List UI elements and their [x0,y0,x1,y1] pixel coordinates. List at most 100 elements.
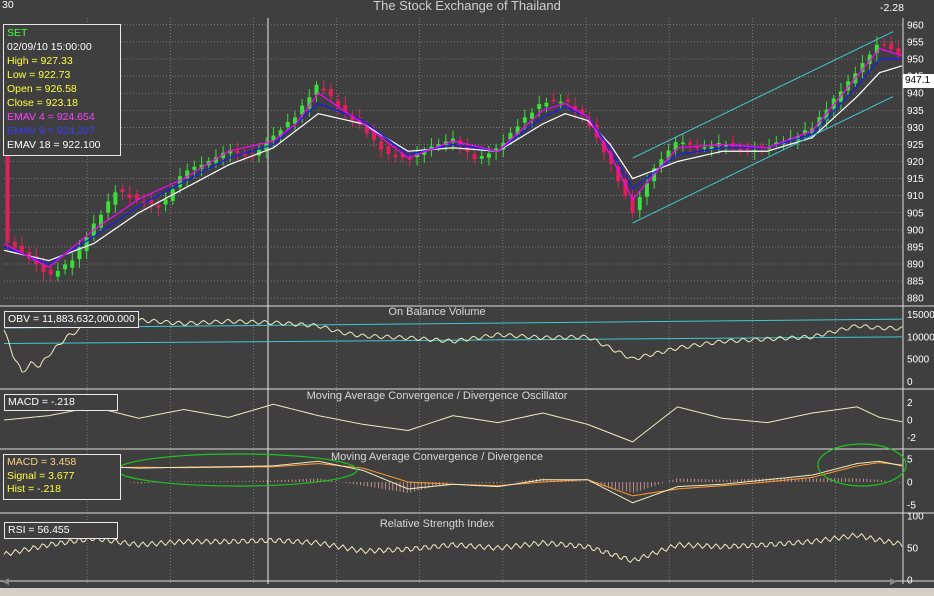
candle-down [889,43,894,50]
macd-osc-line [3,403,903,443]
candle-down [386,146,391,154]
value-axes: 880 885 890 895 900 905 910 915 920 925 930 935 940 9… [907,20,934,586]
candle-up [479,156,484,159]
hist-value-label: Hist = -.218 [7,483,61,495]
change-value: -2.28 [880,2,904,14]
candle-down [19,245,24,253]
osc-tick-label: 2 [907,398,913,409]
price-tick-label: 935 [907,106,924,117]
emav18-label: EMAV 18 = 922.100 [7,139,101,151]
candle-down [738,148,743,151]
candles [5,36,901,493]
macd-osc-title: Moving Average Convergence / Divergence … [306,390,568,402]
macd-value-label: MACD = 3.458 [7,456,77,468]
chart-title: The Stock Exchange of Thailand [373,0,561,13]
candle-down [379,141,384,150]
price-tick-label: 880 [907,294,924,305]
price-tick-label: 930 [907,123,924,134]
obv-tick-label: 10000 [907,332,934,343]
price-tick-label: 885 [907,277,924,288]
price-tick-label: 915 [907,174,924,185]
candle-up [70,260,75,268]
rsi-title: Relative Strength Index [379,518,495,530]
macd-tick-label: -5 [907,501,916,512]
candle-down [328,88,333,97]
chart-canvas: 880 885 890 895 900 905 910 915 920 925 930 935 940 9… [0,18,934,587]
price-tick-label: 920 [907,157,924,168]
candle-down [688,142,693,145]
emav4-label: EMAV 4 = 924.654 [7,111,95,123]
price-tick-label: 900 [907,225,924,236]
price-tick-label: 955 [907,37,924,48]
candle-up [285,121,290,127]
price-tick-label: 960 [907,20,924,31]
emav18-line [3,65,903,262]
candle-up [163,199,168,205]
period-label: 30 [2,0,14,11]
obv-title: On Balance Volume [388,306,486,318]
price-tick-label: 895 [907,242,924,253]
obv-tick-label: 0 [907,377,913,388]
price-tick-label: 940 [907,89,924,100]
osc-tick-label: -2 [907,433,916,444]
macd-tick-label: 0 [907,478,913,489]
candle-up [55,270,60,277]
rsi-tick-label: 50 [907,544,919,555]
close-label: Close = 923.18 [7,97,78,109]
indicator-lines [3,31,907,564]
candle-down [882,44,887,46]
rsi-label: RSI = 56.455 [4,522,118,539]
status-bar [0,588,934,596]
macd-info-box: MACD = 3.458 Signal = 3.677 Hist = -.218 [3,454,121,500]
candle-down [472,154,477,160]
price-tick-label: 925 [907,140,924,151]
scroll-right-icon[interactable]: ▶ [890,576,900,586]
price-tick-label: 950 [907,55,924,66]
candle-up [644,183,649,197]
candle-up [544,102,549,107]
candle-down [235,150,240,154]
signal-value-label: Signal = 3.677 [7,469,75,482]
macd-title: Moving Average Convergence / Divergence [331,451,543,463]
osc-tick-label: 0 [907,416,913,427]
price-tick-label: 905 [907,208,924,219]
candle-up [63,264,68,270]
price-tick-label: 890 [907,260,924,271]
candle-up [637,196,642,211]
candle-down [321,88,326,91]
low-label: Low = 922.73 [7,69,71,81]
macd-tick-label: 5 [907,454,913,465]
candle-up [558,101,563,104]
candle-down [156,205,161,208]
high-label: High = 927.33 [7,55,73,67]
candle-down [120,189,125,193]
candle-up [522,117,527,123]
candle-up [702,147,707,149]
scroll-left-icon[interactable]: ◀ [2,576,12,586]
open-label: Open = 926.58 [7,83,77,95]
obv-tick-label: 5000 [907,355,930,366]
candle-up [537,104,542,109]
candle-up [680,142,685,144]
candle-up [486,153,491,158]
candle-down [127,194,132,199]
rsi-tick-label: 100 [907,512,924,523]
price-info-box: SET 02/09/10 15:00:00 High = 927.33 Low … [3,24,121,156]
candle-down [12,241,17,248]
candle-up [113,192,118,205]
candle-down [551,99,556,102]
candle-down [48,269,53,275]
rsi-line [3,532,903,564]
symbol-label: SET [7,27,28,39]
highlight-ellipse [116,453,358,487]
price-tick-label: 910 [907,191,924,202]
trend-channel-upper [632,31,894,159]
candle-up [178,176,183,188]
emav9-line [3,58,902,265]
obv-tick-label: 15000 [907,310,934,321]
candle-up [192,166,197,170]
candle-up [106,201,111,213]
emav9-label: EMAV 9 = 924.207 [7,125,95,137]
datetime-label: 02/09/10 15:00:00 [7,41,92,53]
obv-label: OBV = 11,883,632,000.000 [4,311,139,328]
